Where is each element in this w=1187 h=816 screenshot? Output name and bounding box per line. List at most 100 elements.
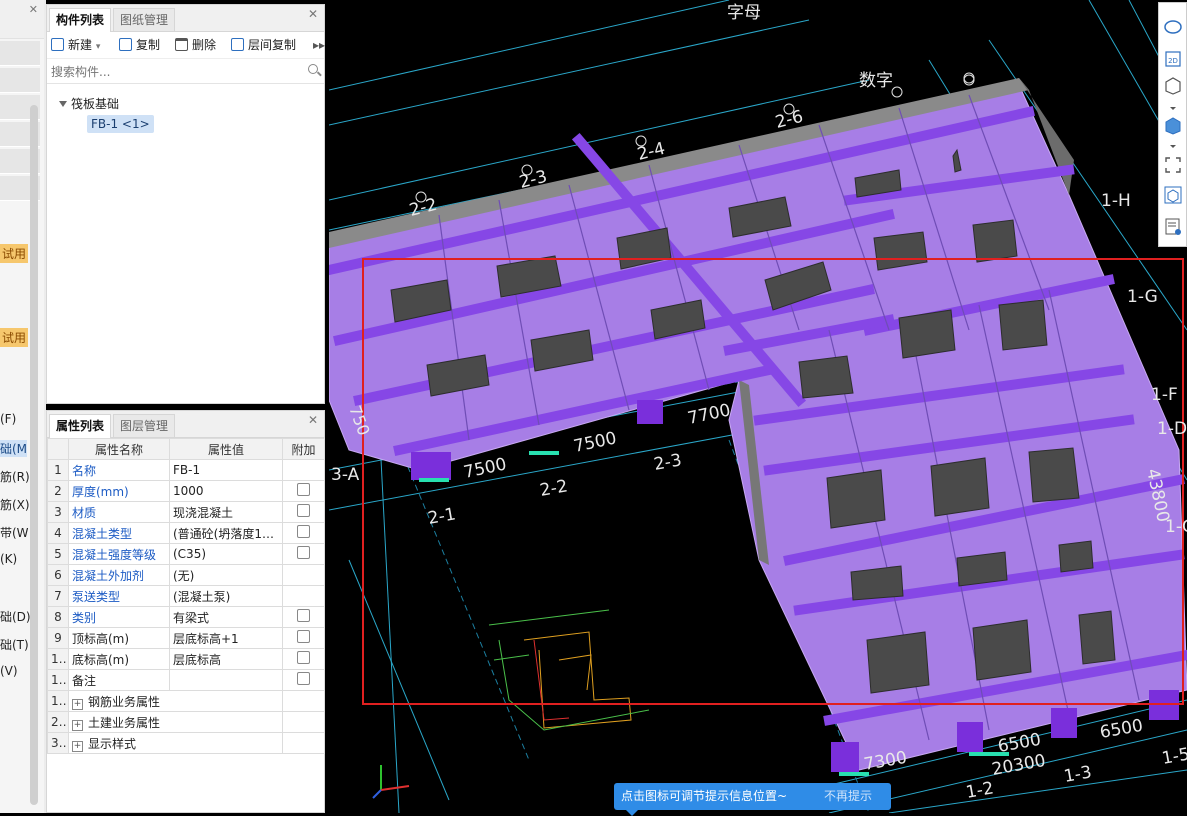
close-icon[interactable]: ✕ (29, 3, 38, 16)
group-name-cell[interactable]: + 钢筋业务属性 (68, 690, 283, 712)
extra-cell (282, 459, 325, 481)
group-row[interactable]: 12 + 钢筋业务属性 (47, 690, 325, 712)
table-row[interactable]: 2 厚度(mm) 1000 (47, 480, 325, 502)
extra-checkbox[interactable] (297, 483, 310, 496)
tree-item-fb1[interactable]: FB-1 <1> (87, 115, 154, 133)
property-value[interactable]: (C35) (169, 543, 283, 565)
property-value[interactable] (169, 669, 283, 691)
axis-1-2: 1-2 (964, 778, 995, 803)
search-icon[interactable] (308, 64, 318, 74)
property-value[interactable]: 层底标高+1 (169, 627, 283, 649)
property-value[interactable]: (无) (169, 564, 283, 586)
solid-box-icon[interactable] (1163, 115, 1183, 135)
property-value[interactable]: (混凝土泵) (169, 585, 283, 607)
property-rows: 1 名称 FB-1 2 厚度(mm) 1000 3 材质 现浇混凝土 4 混凝土类型 (普通砼(坍落度… (47, 459, 325, 754)
table-row[interactable]: 1 名称 FB-1 (47, 459, 325, 481)
group-name-cell[interactable]: + 土建业务属性 (68, 711, 283, 733)
display-settings-icon[interactable] (1163, 217, 1183, 237)
property-value[interactable]: 有梁式 (169, 606, 283, 628)
new-button[interactable]: 新建 ▾ (51, 36, 100, 54)
nav-item-x[interactable]: 筋(X) (0, 496, 30, 513)
tab-layer-management[interactable]: 图层管理 (113, 414, 176, 437)
3d-viewport[interactable]: 字母 数字 2-2 2-3 2-4 2-6 1-H 1-G 1-F 1-D 1-… (329, 0, 1187, 813)
dim-7500-a: 7500 (462, 454, 508, 483)
hint-bar[interactable]: 点击图标可调节提示信息位置~ 不再提示 (614, 783, 891, 816)
extra-checkbox[interactable] (297, 630, 310, 643)
expand-arrow-icon[interactable] (59, 101, 67, 107)
nav-item-t[interactable]: 础(T) (0, 636, 29, 653)
extra-checkbox[interactable] (297, 546, 310, 559)
expand-plus-icon[interactable]: + (72, 698, 83, 710)
nav-item-m[interactable]: 础(M (0, 440, 28, 457)
chevron-down-icon[interactable]: ▾ (96, 42, 101, 52)
property-value[interactable]: (普通砼(坍落度10... (169, 522, 283, 544)
table-row[interactable]: 11 备注 (47, 669, 325, 691)
delete-button[interactable]: 删除 (175, 36, 216, 54)
copy-icon (119, 38, 132, 51)
nav-item-trial-2[interactable]: 试用 (0, 328, 29, 347)
table-row[interactable]: 10 底标高(m) 层底标高 (47, 648, 325, 670)
left-scrollbar[interactable] (30, 105, 38, 805)
expand-plus-icon[interactable]: + (72, 740, 83, 752)
property-value[interactable]: 1000 (169, 480, 283, 502)
group-name-cell[interactable]: + 显示样式 (68, 732, 283, 754)
search-input[interactable] (49, 62, 303, 82)
orbit-icon[interactable] (1163, 17, 1183, 37)
extra-checkbox[interactable] (297, 609, 310, 622)
extra-cell (282, 564, 325, 586)
property-list-panel: 属性列表 图层管理 ✕ 属性名称 属性值 附加 1 名称 FB-1 2 厚度(mm) 10… (46, 410, 325, 813)
table-row[interactable]: 9 顶标高(m) 层底标高+1 (47, 627, 325, 649)
property-value[interactable]: FB-1 (169, 459, 283, 481)
extra-checkbox[interactable] (297, 672, 310, 685)
dont-show-again-link[interactable]: 不再提示 (824, 783, 872, 810)
tab-component-list[interactable]: 构件列表 (49, 8, 112, 32)
table-row[interactable]: 8 类别 有梁式 (47, 606, 325, 628)
nav-row[interactable] (0, 41, 40, 66)
nav-item-d[interactable]: 础(D) (0, 608, 31, 625)
close-icon[interactable]: ✕ (308, 7, 318, 21)
property-value[interactable]: 层底标高 (169, 648, 283, 670)
header-extra: 附加 (282, 438, 325, 460)
3d-box-icon[interactable] (1163, 75, 1183, 95)
2d-view-icon[interactable]: 2D (1163, 49, 1183, 69)
axis-3-a: 3-A (331, 465, 360, 485)
extra-checkbox[interactable] (297, 504, 310, 517)
nav-item-r[interactable]: 筋(R) (0, 468, 30, 485)
table-row[interactable]: 4 混凝土类型 (普通砼(坍落度10... (47, 522, 325, 544)
extra-cell (282, 606, 325, 628)
row-number: 11 (47, 669, 69, 691)
table-row[interactable]: 6 混凝土外加剂 (无) (47, 564, 325, 586)
floor-copy-button[interactable]: 层间复制 (231, 36, 296, 54)
group-name: 显示样式 (88, 736, 137, 751)
more-tools-icon[interactable]: ▸▸ (313, 36, 325, 54)
tree-node-raft-foundation[interactable]: 筏板基础 (59, 95, 119, 112)
expand-plus-icon[interactable]: + (72, 719, 83, 731)
table-row[interactable]: 5 混凝土强度等级 (C35) (47, 543, 325, 565)
view-cube-icon[interactable] (1163, 185, 1183, 205)
fullscreen-icon[interactable] (1163, 155, 1183, 175)
table-row[interactable]: 7 泵送类型 (混凝土泵) (47, 585, 325, 607)
extra-checkbox[interactable] (297, 651, 310, 664)
extra-checkbox[interactable] (297, 525, 310, 538)
tab-property-list[interactable]: 属性列表 (49, 414, 112, 438)
row-number: 6 (47, 564, 69, 586)
copy-button[interactable]: 复制 (119, 36, 160, 54)
nav-row[interactable] (0, 68, 40, 93)
chevron-down-icon[interactable] (1163, 137, 1183, 157)
table-row[interactable]: 3 材质 现浇混凝土 (47, 501, 325, 523)
nav-item-v[interactable]: (V) (0, 664, 18, 678)
tab-drawing-management[interactable]: 图纸管理 (113, 8, 176, 31)
nav-item-w[interactable]: 带(W (0, 524, 29, 541)
left-nav-strip: ✕ 试用 试用 (F) 础(M 筋(R) 筋(X) 带(W (K) 础(D) 础… (0, 0, 45, 813)
property-table: 属性名称 属性值 附加 1 名称 FB-1 2 厚度(mm) 1000 3 材质 现浇混凝土 4 混… (47, 438, 325, 754)
nav-item-k[interactable]: (K) (0, 552, 17, 566)
group-row[interactable]: 30 + 显示样式 (47, 732, 325, 754)
close-icon[interactable]: ✕ (308, 413, 318, 427)
axis-2-1: 2-1 (426, 504, 457, 529)
nav-item-f[interactable]: (F) (0, 412, 16, 426)
axis-1-5: 1-5 (1160, 744, 1187, 769)
model-canvas[interactable]: 字母 数字 2-2 2-3 2-4 2-6 1-H 1-G 1-F 1-D 1-… (329, 0, 1187, 813)
property-value[interactable]: 现浇混凝土 (169, 501, 283, 523)
nav-item-trial-1[interactable]: 试用 (0, 244, 29, 263)
group-row[interactable]: 26 + 土建业务属性 (47, 711, 325, 733)
